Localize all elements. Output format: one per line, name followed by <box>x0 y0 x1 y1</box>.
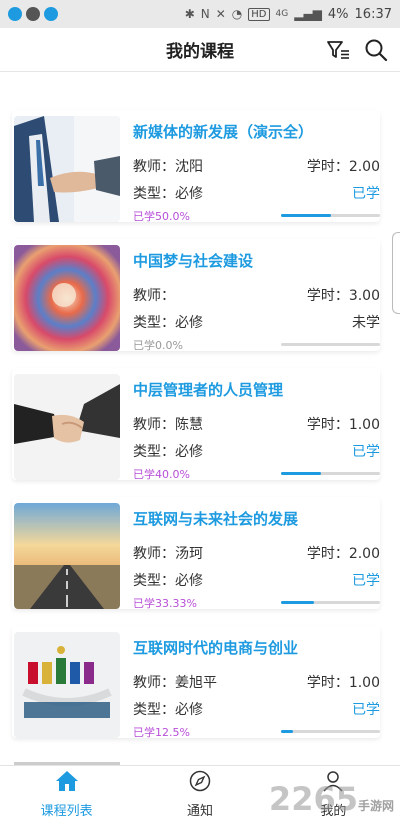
progress-fill <box>281 214 331 217</box>
progress-label: 已学40.0% <box>133 468 190 481</box>
search-icon[interactable] <box>364 38 388 62</box>
course-title[interactable]: 新媒体的新发展（演示全） <box>133 121 313 142</box>
wifi-icon: ◔ <box>231 7 243 21</box>
progress-bar <box>281 472 380 475</box>
clock: 16:37 <box>354 6 392 22</box>
progress-fill <box>281 730 294 733</box>
hd-badge: HD <box>248 7 270 21</box>
progress-label: 已学33.33% <box>133 597 197 610</box>
app-notification-icon <box>26 7 40 21</box>
course-teacher: 教师：汤珂 <box>133 546 203 562</box>
course-hours: 学时：3.00 <box>306 288 380 304</box>
course-thumbnail-handshake <box>14 116 120 222</box>
course-thumbnail-handshake <box>14 374 120 480</box>
signal-icon: ▂▄▆ <box>294 7 322 21</box>
course-teacher: 教师：陈慧 <box>133 417 203 433</box>
course-thumbnail-road <box>14 503 120 609</box>
battery-level: 4% <box>327 6 349 22</box>
status-bar: ✱ N ✕ ◔ HD 4G ▂▄▆ 4% 16:37 <box>0 0 400 28</box>
course-card[interactable]: 互联网时代的电商与创业 教师：姜旭平 类型：必修 学时：1.00 已学 已学12… <box>12 626 380 739</box>
course-title[interactable]: 互联网时代的电商与创业 <box>133 637 298 658</box>
bluetooth-icon: ✱ <box>184 7 195 21</box>
site-watermark: 2265手游网 <box>269 780 394 818</box>
course-hours: 学时：2.00 <box>306 546 380 562</box>
course-card[interactable]: 中国梦与社会建设 教师： 类型：必修 学时：3.00 未学 已学0.0% <box>12 239 380 352</box>
course-thumbnail-radial-blur <box>14 245 120 351</box>
course-card[interactable]: 新媒体的新发展（演示全） 教师：沈阳 类型：必修 学时：2.00 已学 已学50… <box>12 110 380 223</box>
course-status: 未学 <box>352 315 380 331</box>
progress-bar <box>281 214 380 217</box>
tab-course-list[interactable]: 课程列表 <box>0 766 133 822</box>
course-title[interactable]: 中国梦与社会建设 <box>133 250 253 271</box>
course-type: 类型：必修 <box>133 315 203 331</box>
compass-icon <box>189 770 211 796</box>
course-type: 类型：必修 <box>133 186 203 202</box>
course-type: 类型：必修 <box>133 444 203 460</box>
course-type: 类型：必修 <box>133 702 203 718</box>
course-thumbnail-think-different <box>14 632 120 738</box>
course-hours: 学时：1.00 <box>306 675 380 691</box>
home-icon <box>55 770 79 796</box>
progress-fill <box>281 601 314 604</box>
tab-notifications[interactable]: 通知 <box>133 766 266 822</box>
nfc-icon: N <box>200 7 210 21</box>
progress-bar <box>281 601 380 604</box>
progress-label: 已学50.0% <box>133 210 190 223</box>
tab-label: 通知 <box>186 803 213 819</box>
watermark-sub: 手游网 <box>357 799 394 813</box>
course-list: 新媒体的新发展（演示全） 教师：沈阳 类型：必修 学时：2.00 已学 已学50… <box>0 110 392 755</box>
network-type: 4G <box>275 9 289 19</box>
filter-icon[interactable] <box>326 39 350 61</box>
nav-bar: 我的课程 <box>0 28 400 72</box>
course-title[interactable]: 互联网与未来社会的发展 <box>133 508 298 529</box>
course-title[interactable]: 中层管理者的人员管理 <box>133 379 283 400</box>
course-hours: 学时：1.00 <box>306 417 380 433</box>
notification-icons <box>8 7 58 21</box>
app-notification-icon <box>8 7 22 21</box>
course-status: 已学 <box>352 702 380 718</box>
course-status: 已学 <box>352 444 380 460</box>
progress-label: 已学0.0% <box>133 339 183 352</box>
course-card[interactable]: 互联网与未来社会的发展 教师：汤珂 类型：必修 学时：2.00 已学 已学33.… <box>12 497 380 610</box>
mute-icon: ✕ <box>215 7 226 21</box>
progress-label: 已学12.5% <box>133 726 190 739</box>
app-notification-icon <box>44 7 58 21</box>
course-teacher: 教师： <box>133 288 175 304</box>
course-teacher: 教师：沈阳 <box>133 159 203 175</box>
course-status: 已学 <box>352 573 380 589</box>
course-hours: 学时：2.00 <box>306 159 380 175</box>
progress-bar <box>281 343 380 346</box>
course-status: 已学 <box>352 186 380 202</box>
progress-bar <box>281 730 380 733</box>
tab-label: 课程列表 <box>40 803 93 819</box>
watermark-main: 2265 <box>268 780 358 818</box>
page-title: 我的课程 <box>166 42 234 62</box>
course-type: 类型：必修 <box>133 573 203 589</box>
course-card[interactable]: 中层管理者的人员管理 教师：陈慧 类型：必修 学时：1.00 已学 已学40.0… <box>12 368 380 481</box>
progress-fill <box>281 472 321 475</box>
edge-panel-handle[interactable] <box>392 232 400 314</box>
course-teacher: 教师：姜旭平 <box>133 675 217 691</box>
